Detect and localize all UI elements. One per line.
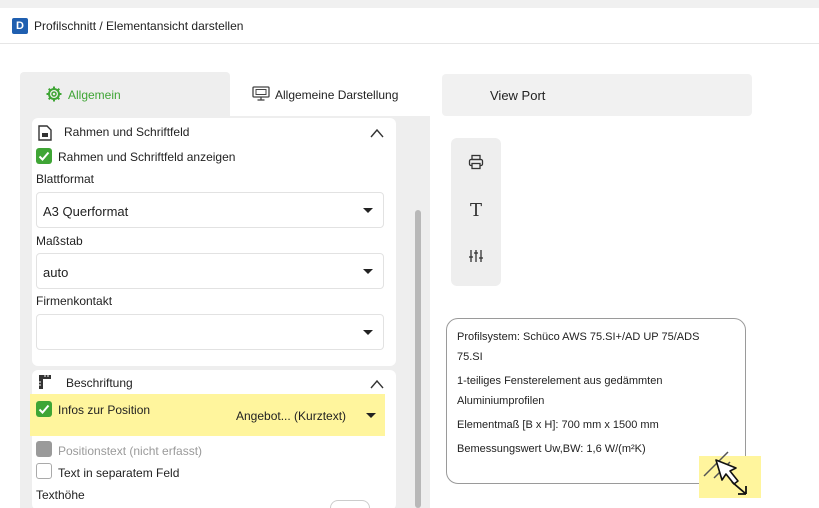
separate-field-checkbox[interactable] <box>36 463 52 479</box>
gear-icon <box>46 86 62 102</box>
chevron-up-icon[interactable] <box>370 128 384 138</box>
caret-down-icon <box>363 269 373 274</box>
document-icon <box>38 125 52 141</box>
top-strip <box>0 0 819 8</box>
text-height-field[interactable] <box>330 500 370 508</box>
title-bar: D Profilschnitt / Elementansicht darstel… <box>0 0 819 44</box>
resize-handle-icon[interactable] <box>702 450 754 496</box>
monitor-icon <box>252 86 270 101</box>
sliders-icon <box>469 250 483 262</box>
caret-down-icon <box>363 330 373 335</box>
position-text-checkbox <box>36 441 52 457</box>
info-line-uvalue: Bemessungswert Uw,BW: 1,6 W/(m²K) <box>457 443 646 455</box>
scale-dropdown[interactable]: auto <box>36 253 384 289</box>
caret-down-icon <box>363 208 373 213</box>
app-icon: D <box>12 18 28 34</box>
separate-field-label: Text in separatem Feld <box>58 466 180 480</box>
info-line-system-cont: 75.SI <box>457 351 483 363</box>
sheet-format-value: A3 Querformat <box>43 204 129 219</box>
caret-down-icon <box>366 413 376 418</box>
info-line-element-cont: Aluminiumprofilen <box>457 395 545 407</box>
frame-show-checkbox[interactable] <box>36 148 52 164</box>
scale-label: Maßstab <box>36 234 83 248</box>
info-line-dimensions: Elementmaß [B x H]: 700 mm x 1500 mm <box>457 419 659 431</box>
window-title: Profilschnitt / Elementansicht darstelle… <box>34 19 244 33</box>
tab-general-label: Allgemein <box>68 88 121 102</box>
text-icon: T <box>469 199 482 221</box>
text-height-label: Texthöhe <box>36 488 85 502</box>
labeling-section-title: Beschriftung <box>66 376 133 390</box>
sheet-format-dropdown[interactable]: A3 Querformat <box>36 192 384 228</box>
printer-icon <box>468 154 484 170</box>
scale-value: auto <box>43 265 69 280</box>
ruler-icon <box>39 375 51 389</box>
tab-viewport[interactable] <box>442 74 752 116</box>
tab-display-label: Allgemeine Darstellung <box>275 88 399 102</box>
info-line-element: 1-teiliges Fensterelement aus gedämmten <box>457 375 663 387</box>
company-label: Firmenkontakt <box>36 294 113 308</box>
sheet-format-label: Blattformat <box>36 172 95 186</box>
adjust-button[interactable] <box>459 239 493 273</box>
viewport-toolbar: T <box>451 138 501 286</box>
print-button[interactable] <box>459 145 493 179</box>
position-info-label: Infos zur Position <box>58 403 151 417</box>
frame-show-label: Rahmen und Schriftfeld anzeigen <box>58 150 236 164</box>
info-line-system: Profilsystem: Schüco AWS 75.SI+/AD UP 75… <box>457 331 700 343</box>
position-info-dropdown-value: Angebot... (Kurztext) <box>236 409 347 423</box>
position-info-checkbox[interactable] <box>36 401 52 417</box>
position-info-dropdown[interactable]: Angebot... (Kurztext) <box>230 398 382 432</box>
company-dropdown[interactable] <box>36 314 384 350</box>
tab-viewport-label: View Port <box>490 88 546 103</box>
text-button[interactable]: T <box>459 193 493 227</box>
chevron-up-icon[interactable] <box>370 379 384 389</box>
position-text-label: Positionstext (nicht erfasst) <box>58 444 203 458</box>
labeling-section-card <box>32 370 396 508</box>
frame-section-title: Rahmen und Schriftfeld <box>64 125 190 139</box>
checkmark-icon <box>38 404 50 414</box>
panel-scrollbar[interactable] <box>415 210 421 508</box>
checkmark-icon <box>38 151 50 161</box>
